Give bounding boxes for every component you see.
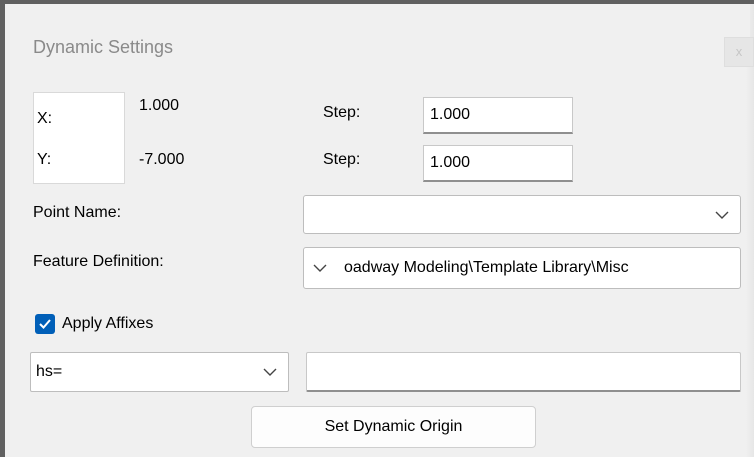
point-name-combobox[interactable] [303,195,741,234]
y-step-value: 1.000 [430,154,471,171]
chevron-down-icon [313,264,327,272]
point-name-label: Point Name: [33,204,122,221]
checkbox-checked[interactable] [35,314,55,334]
prefix-combobox[interactable]: hs= [30,352,289,392]
x-step-value: 1.000 [430,106,471,123]
dialog-title: Dynamic Settings [33,37,174,57]
suffix-input[interactable] [306,352,741,392]
prefix-value: hs= [36,363,63,380]
coordinate-box: X: Y: [33,92,125,184]
apply-affixes-checkbox[interactable]: Apply Affixes [35,314,153,334]
feature-definition-combobox[interactable]: oadway Modeling\Template Library\Misc [303,247,741,289]
set-dynamic-origin-button[interactable]: Set Dynamic Origin [251,406,536,448]
x-step-label: Step: [323,104,361,121]
y-step-label: Step: [323,151,361,168]
x-step-input[interactable]: 1.000 [423,97,573,134]
x-label: X: [37,110,53,127]
y-label: Y: [37,151,52,168]
x-value: 1.000 [139,97,180,114]
apply-affixes-label: Apply Affixes [62,315,154,332]
chevron-down-icon [715,211,729,219]
window-edge [746,4,754,457]
y-value: -7.000 [139,151,185,168]
chevron-down-icon [263,368,277,376]
y-step-input[interactable]: 1.000 [423,145,573,182]
close-button[interactable]: x [724,37,754,67]
check-icon [39,319,51,329]
feature-definition-label: Feature Definition: [33,253,164,270]
dynamic-settings-dialog: Dynamic Settings x X: Y: 1.000 -7.000 St… [0,0,754,457]
feature-definition-value: oadway Modeling\Template Library\Misc [344,259,629,276]
